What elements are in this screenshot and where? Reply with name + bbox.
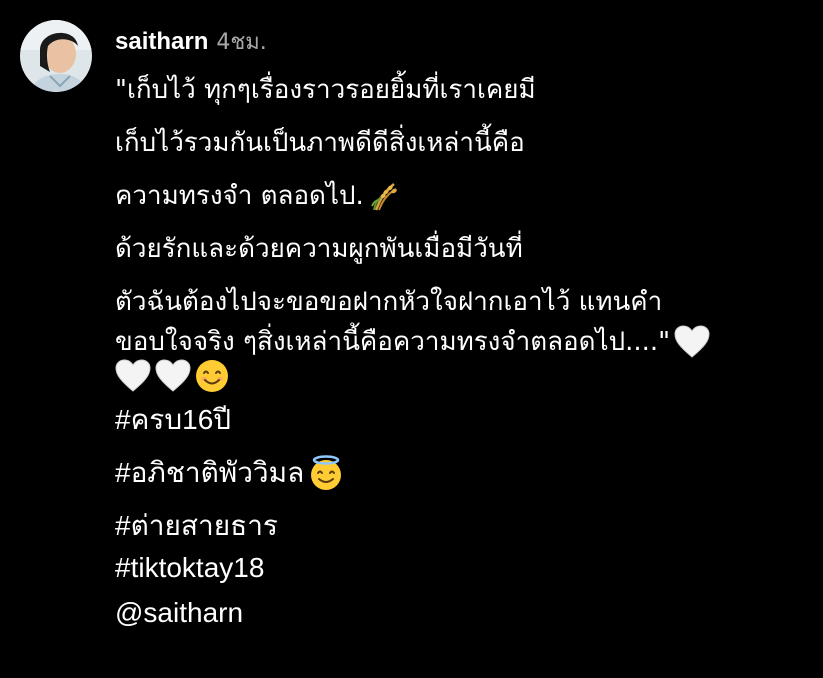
avatar[interactable] (20, 20, 92, 92)
mention-link[interactable]: @saitharn (115, 593, 243, 633)
hashtag-link[interactable]: #ต่ายสายธาร (115, 506, 278, 546)
comment-item: saitharn 4ชม. "เก็บไว้ ทุกๆเรื่องราวรอยย… (0, 0, 823, 678)
hashtag-text[interactable]: #ครบ16ปี (115, 400, 231, 440)
white-heart-icon (155, 359, 191, 393)
caption-line: เก็บไว้รวมกันเป็นภาพดีดีสิ่งเหล่านี้คือ (115, 123, 525, 163)
white-heart-icon (115, 359, 151, 393)
white-heart-icon (674, 325, 710, 359)
caption-line-text: ความทรงจำ ตลอดไป. (115, 181, 364, 211)
rice-sheaf-icon (368, 180, 400, 212)
mention-text[interactable]: @saitharn (115, 593, 243, 633)
avatar-photo-icon (20, 20, 92, 92)
username-link[interactable]: saitharn (115, 28, 208, 56)
hashtag-text[interactable]: #ต่ายสายธาร (115, 506, 278, 546)
caption-line: ด้วยรักและด้วยความผูกพันเมื่อมีวันที่ (115, 229, 523, 269)
caption-line-text: "เก็บไว้ ทุกๆเรื่องราวรอยยิ้มที่เราเคยมี (115, 75, 536, 105)
caption-line: ตัวฉันต้องไปจะขอขอฝากหัวใจฝากเอาไว้ แทนค… (115, 282, 662, 322)
hashtag-link[interactable]: #ครบ16ปี (115, 400, 231, 440)
smiling-face-with-halo-icon (308, 455, 344, 491)
hashtag-text[interactable]: #อภิชาติพัววิมล (115, 453, 304, 493)
hashtag-link[interactable]: #tiktoktay18 (115, 548, 264, 588)
caption-line: ความทรงจำ ตลอดไป. (115, 176, 400, 216)
caption-line-text: ด้วยรักและด้วยความผูกพันเมื่อมีวันที่ (115, 234, 523, 264)
caption-line-text: เก็บไว้รวมกันเป็นภาพดีดีสิ่งเหล่านี้คือ (115, 128, 525, 158)
caption-line (115, 356, 229, 396)
timestamp: 4ชม. (216, 30, 267, 55)
caption-line: "เก็บไว้ ทุกๆเรื่องราวรอยยิ้มที่เราเคยมี (115, 70, 536, 110)
smiling-face-icon (195, 359, 229, 393)
caption-line-text: ตัวฉันต้องไปจะขอขอฝากหัวใจฝากเอาไว้ แทนค… (115, 287, 663, 317)
hashtag-link[interactable]: #อภิชาติพัววิมล (115, 453, 344, 493)
hashtag-text[interactable]: #tiktoktay18 (115, 548, 264, 588)
comment-header: saitharn 4ชม. (115, 24, 267, 58)
